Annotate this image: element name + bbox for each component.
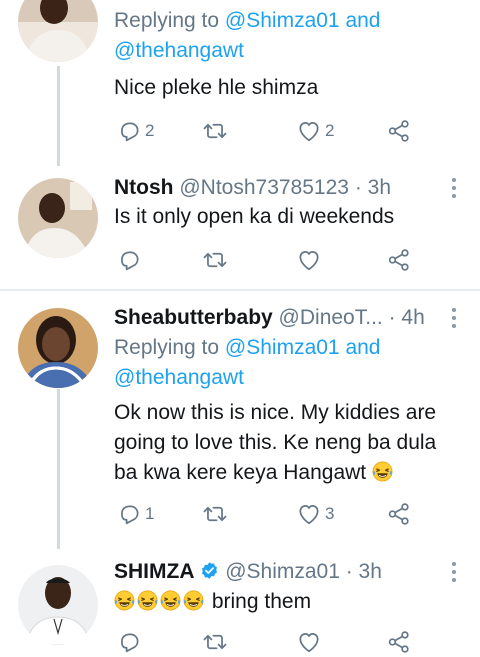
- tweet-1[interactable]: Replying to @Shimza01 and @thehangawt Ni…: [0, 0, 480, 166]
- user-handle[interactable]: @Ntosh73785123: [179, 176, 349, 199]
- reply-icon: [116, 501, 142, 527]
- avatar[interactable]: [18, 178, 98, 258]
- like-count: 3: [325, 504, 335, 523]
- display-name[interactable]: Ntosh: [114, 176, 174, 199]
- thread-line: [57, 66, 60, 166]
- user-handle[interactable]: @Shimza01: [225, 560, 340, 583]
- like-button[interactable]: 2: [296, 116, 334, 146]
- tweet-actions: [114, 245, 414, 275]
- tweet-text: Nice pleke hle shimza: [114, 76, 319, 99]
- retweet-icon: [202, 118, 228, 144]
- reply-count: 2: [145, 121, 155, 140]
- mention-link[interactable]: @thehangawt: [114, 39, 244, 62]
- replying-to-line-2: @thehangawt: [114, 36, 244, 66]
- share-icon: [386, 629, 412, 655]
- tweet-text-line-3: ba kwa kere keya Hangawt: [114, 458, 395, 488]
- share-button[interactable]: [386, 627, 412, 657]
- like-button[interactable]: 3: [296, 499, 334, 529]
- retweet-button[interactable]: [202, 499, 228, 529]
- timestamp[interactable]: · 3h: [346, 560, 382, 583]
- tweet-text: Is it only open ka di weekends: [114, 205, 395, 228]
- heart-icon: [296, 247, 322, 273]
- heart-icon: [296, 501, 322, 527]
- reply-button[interactable]: [116, 245, 142, 275]
- user-handle[interactable]: @DineoT...: [279, 306, 383, 329]
- replying-to: Replying to @Shimza01 and: [114, 9, 381, 32]
- share-icon: [386, 247, 412, 273]
- retweet-button[interactable]: [202, 116, 228, 146]
- face-with-tears-of-joy-icon: [160, 590, 181, 611]
- avatar[interactable]: [18, 0, 98, 62]
- tweet-2[interactable]: Ntosh @Ntosh73785123 · 3h Is it only ope…: [0, 165, 480, 289]
- thread-line: [57, 389, 60, 549]
- more-options-icon[interactable]: [452, 178, 458, 202]
- share-icon: [386, 118, 412, 144]
- like-button[interactable]: [296, 245, 322, 275]
- avatar[interactable]: [18, 308, 98, 388]
- reply-button[interactable]: 1: [116, 499, 154, 529]
- retweet-icon: [202, 629, 228, 655]
- tweet-text: bring them: [114, 587, 311, 617]
- retweet-button[interactable]: [202, 627, 228, 657]
- tweet-actions: 2 2: [114, 116, 414, 146]
- retweet-icon: [202, 247, 228, 273]
- avatar[interactable]: [18, 565, 98, 645]
- display-name[interactable]: SHIMZA: [114, 560, 195, 583]
- tweet-4[interactable]: SHIMZA @Shimza01 · 3h bring them: [0, 547, 480, 648]
- reply-icon: [116, 629, 142, 655]
- display-name[interactable]: Sheabutterbaby: [114, 306, 273, 329]
- face-with-tears-of-joy-icon: [183, 590, 204, 611]
- verified-badge-icon: [202, 562, 218, 579]
- share-button[interactable]: [386, 245, 412, 275]
- replying-to: Replying to @Shimza01 and: [114, 336, 381, 359]
- mention-link[interactable]: @thehangawt: [114, 366, 244, 389]
- tweet-text-line-2: going to love this. Ke neng ba dula: [114, 431, 437, 454]
- face-with-tears-of-joy-icon: [114, 590, 135, 611]
- heart-icon: [296, 118, 322, 144]
- more-options-icon[interactable]: [452, 562, 458, 586]
- share-icon: [386, 501, 412, 527]
- share-button[interactable]: [386, 116, 412, 146]
- share-button[interactable]: [386, 499, 412, 529]
- more-options-icon[interactable]: [452, 308, 458, 332]
- mention-link[interactable]: @Shimza01: [225, 336, 340, 359]
- reply-button[interactable]: [116, 627, 142, 657]
- face-with-tears-of-joy-icon: [372, 461, 393, 482]
- tweet-text-line-1: Ok now this is nice. My kiddies are: [114, 401, 437, 424]
- like-count: 2: [325, 121, 335, 140]
- reply-icon: [116, 247, 142, 273]
- timestamp[interactable]: · 4h: [389, 306, 425, 329]
- like-button[interactable]: [296, 627, 322, 657]
- replying-to-line-2: @thehangawt: [114, 363, 244, 393]
- tweet-3[interactable]: Sheabutterbaby @DineoT... · 4h Replying …: [0, 291, 480, 549]
- mention-link[interactable]: @Shimza01: [225, 9, 340, 32]
- retweet-button[interactable]: [202, 245, 228, 275]
- heart-icon: [296, 629, 322, 655]
- tweet-actions: 1 3: [114, 499, 414, 529]
- timestamp[interactable]: · 3h: [355, 176, 391, 199]
- face-with-tears-of-joy-icon: [137, 590, 158, 611]
- reply-count: 1: [145, 504, 155, 523]
- reply-icon: [116, 118, 142, 144]
- tweet-actions: [114, 627, 414, 657]
- reply-button[interactable]: 2: [116, 116, 154, 146]
- retweet-icon: [202, 501, 228, 527]
